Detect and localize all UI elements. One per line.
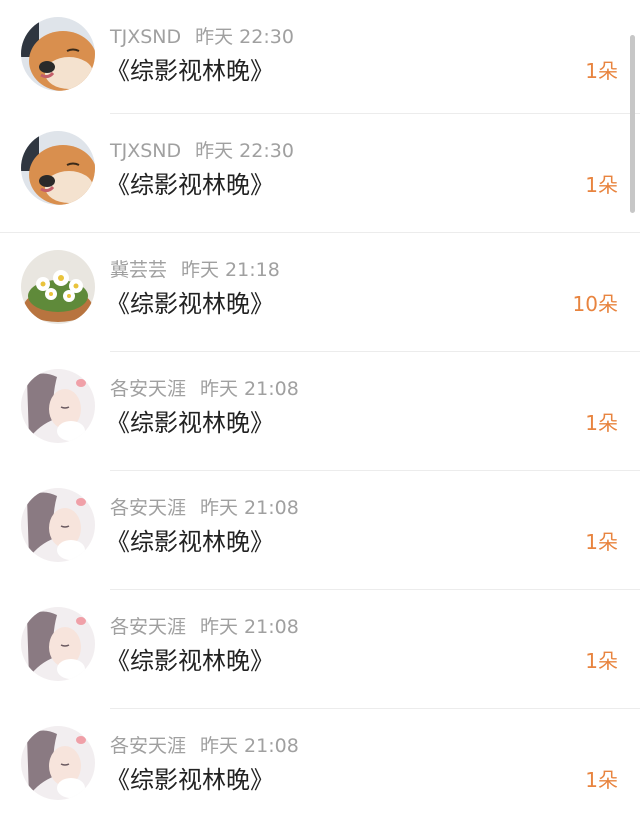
daisy-flowers-icon	[21, 250, 95, 324]
avatar[interactable]	[21, 607, 95, 681]
user-name[interactable]: 各安天涯	[110, 616, 186, 638]
avatar[interactable]	[21, 726, 95, 800]
user-name[interactable]: TJXSND	[110, 26, 181, 48]
timestamp: 昨天 22:30	[195, 26, 294, 48]
item-meta: 各安天涯 昨天 21:08	[110, 376, 299, 402]
avatar[interactable]	[21, 17, 95, 91]
flower-count: 1朵	[585, 173, 618, 197]
flower-count: 1朵	[585, 411, 618, 435]
item-meta: TJXSND 昨天 22:30	[110, 24, 294, 50]
book-title: 《综影视林晚》	[106, 57, 274, 85]
anime-girl-icon	[21, 369, 95, 443]
user-name[interactable]: 冀芸芸	[110, 259, 167, 281]
user-name[interactable]: 各安天涯	[110, 735, 186, 757]
flower-count: 1朵	[585, 649, 618, 673]
user-name[interactable]: 各安天涯	[110, 497, 186, 519]
book-title: 《综影视林晚》	[106, 647, 274, 675]
flower-count: 1朵	[585, 59, 618, 83]
user-name[interactable]: 各安天涯	[110, 378, 186, 400]
item-meta: 各安天涯 昨天 21:08	[110, 614, 299, 640]
item-meta: 各安天涯 昨天 21:08	[110, 495, 299, 521]
item-meta: 各安天涯 昨天 21:08	[110, 733, 299, 759]
timestamp: 昨天 21:08	[200, 735, 299, 757]
scrollbar[interactable]	[630, 35, 635, 213]
item-meta: 冀芸芸 昨天 21:18	[110, 257, 280, 283]
timestamp: 昨天 21:08	[200, 497, 299, 519]
timestamp: 昨天 21:18	[181, 259, 280, 281]
list-item[interactable]: 各安天涯 昨天 21:08 《综影视林晚》 1朵	[0, 590, 640, 709]
list-item[interactable]: 各安天涯 昨天 21:08 《综影视林晚》 1朵	[0, 709, 640, 828]
list-item[interactable]: 冀芸芸 昨天 21:18 《综影视林晚》 10朵	[0, 233, 640, 352]
gift-list: TJXSND 昨天 22:30 《综影视林晚》 1朵 TJXSND 昨天 22:30…	[0, 0, 640, 828]
shiba-dog-icon	[21, 17, 95, 91]
timestamp: 昨天 22:30	[195, 140, 294, 162]
book-title: 《综影视林晚》	[106, 409, 274, 437]
anime-girl-icon	[21, 488, 95, 562]
flower-count: 1朵	[585, 530, 618, 554]
flower-count: 1朵	[585, 768, 618, 792]
avatar[interactable]	[21, 369, 95, 443]
list-item[interactable]: TJXSND 昨天 22:30 《综影视林晚》 1朵	[0, 0, 640, 114]
avatar[interactable]	[21, 250, 95, 324]
timestamp: 昨天 21:08	[200, 616, 299, 638]
list-item[interactable]: 各安天涯 昨天 21:08 《综影视林晚》 1朵	[0, 352, 640, 471]
timestamp: 昨天 21:08	[200, 378, 299, 400]
avatar[interactable]	[21, 131, 95, 205]
anime-girl-icon	[21, 726, 95, 800]
avatar[interactable]	[21, 488, 95, 562]
list-item[interactable]: 各安天涯 昨天 21:08 《综影视林晚》 1朵	[0, 471, 640, 590]
item-meta: TJXSND 昨天 22:30	[110, 138, 294, 164]
book-title: 《综影视林晚》	[106, 766, 274, 794]
list-item[interactable]: TJXSND 昨天 22:30 《综影视林晚》 1朵	[0, 114, 640, 233]
book-title: 《综影视林晚》	[106, 290, 274, 318]
book-title: 《综影视林晚》	[106, 171, 274, 199]
anime-girl-icon	[21, 607, 95, 681]
flower-count: 10朵	[572, 292, 618, 316]
shiba-dog-icon	[21, 131, 95, 205]
book-title: 《综影视林晚》	[106, 528, 274, 556]
user-name[interactable]: TJXSND	[110, 140, 181, 162]
